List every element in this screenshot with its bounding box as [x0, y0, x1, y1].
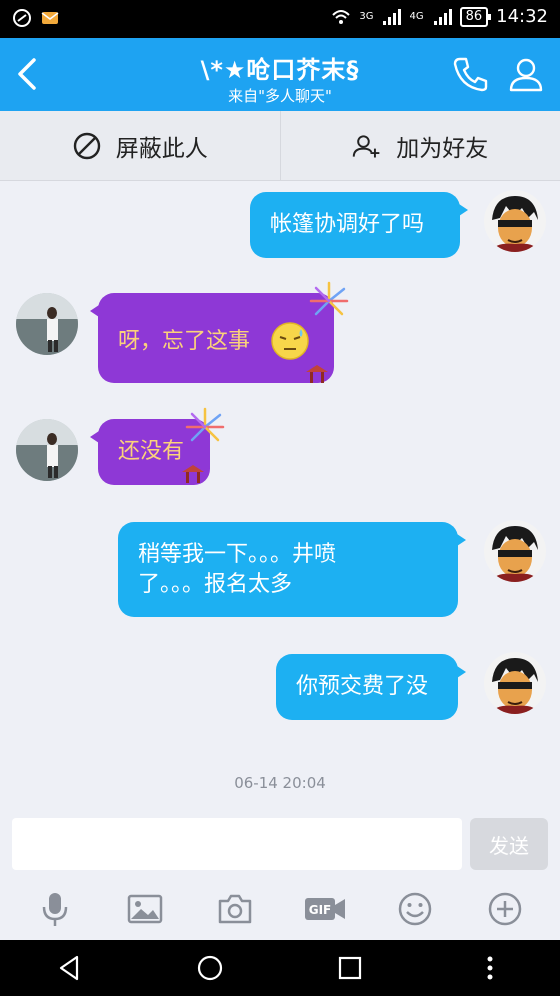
block-user-label: 屏蔽此人	[115, 135, 208, 162]
clock: 14:32	[496, 6, 548, 27]
camera-button[interactable]	[213, 887, 257, 931]
signal-icon	[383, 8, 402, 25]
message-text: 呀，忘了这事	[118, 329, 251, 354]
mail-icon	[41, 12, 59, 24]
pavilion-decoration-icon	[306, 365, 328, 383]
input-toolbar: GIF	[0, 878, 560, 940]
phone-call-icon[interactable]	[450, 54, 490, 94]
smiley-icon	[398, 892, 432, 926]
message-input[interactable]	[12, 818, 462, 870]
add-friend-button[interactable]: 加为好友	[279, 111, 560, 180]
qq-notification-icon	[13, 9, 31, 27]
message-text: 你预交费了没	[296, 674, 429, 699]
network-4g-label: 4G	[409, 11, 424, 22]
battery-indicator: 86	[459, 6, 491, 27]
emoji-button[interactable]	[393, 887, 437, 931]
cartoon-avatar-icon	[484, 652, 546, 714]
my-avatar[interactable]	[484, 520, 546, 582]
more-options-button[interactable]	[483, 887, 527, 931]
gif-icon: GIF	[305, 898, 345, 920]
vertical-dots-icon	[487, 956, 493, 980]
chat-message-bubble[interactable]: 帐篷协调好了吗	[250, 192, 468, 258]
voice-input-button[interactable]	[33, 887, 77, 931]
sweat-face-icon	[271, 322, 309, 360]
message-text-line-1: 稍等我一下。。。井喷	[138, 541, 337, 567]
contact-avatar[interactable]	[16, 419, 78, 481]
add-friend-label: 加为好友	[396, 135, 489, 162]
send-button[interactable]: 发送	[470, 818, 548, 870]
chat-message-bubble[interactable]: 稍等我一下。。。井喷 了。。。报名太多	[118, 522, 466, 617]
stranger-action-bar: 屏蔽此人 加为好友	[0, 111, 560, 181]
chat-message-bubble[interactable]: 呀，忘了这事	[90, 293, 334, 383]
firework-decoration-icon	[185, 407, 225, 442]
gif-button[interactable]: GIF	[303, 887, 347, 931]
microphone-icon	[42, 893, 68, 926]
svg-text:GIF: GIF	[309, 903, 332, 917]
system-navigation-bar	[0, 940, 560, 996]
message-input-bar: 发送	[0, 808, 560, 878]
network-3g-label: 3G	[359, 11, 374, 22]
cartoon-avatar-icon	[484, 520, 546, 582]
chat-message-bubble[interactable]: 你预交费了没	[276, 654, 466, 720]
photo-avatar-icon	[16, 419, 78, 481]
nav-menu-button[interactable]	[472, 950, 508, 986]
nav-back-button[interactable]	[52, 950, 88, 986]
wifi-icon	[332, 9, 351, 24]
square-recents-icon	[338, 956, 362, 980]
plus-circle-icon	[488, 892, 522, 926]
pavilion-decoration-icon	[182, 465, 204, 483]
contact-avatar[interactable]	[16, 293, 78, 355]
image-picker-button[interactable]	[123, 887, 167, 931]
photo-avatar-icon	[16, 293, 78, 355]
block-icon	[73, 132, 100, 159]
message-text: 帐篷协调好了吗	[270, 212, 425, 237]
triangle-back-icon	[59, 955, 79, 981]
my-avatar[interactable]	[484, 652, 546, 714]
message-text-line-2: 了。。。报名太多	[138, 571, 293, 597]
image-icon	[127, 894, 163, 924]
signal-icon-2	[433, 8, 452, 25]
status-bar: 3G 4G 86 14:32	[0, 0, 560, 38]
profile-icon[interactable]	[506, 54, 546, 94]
my-avatar[interactable]	[484, 190, 546, 252]
cartoon-avatar-icon	[484, 190, 546, 252]
firework-decoration-icon	[309, 281, 349, 316]
add-friend-icon	[353, 134, 380, 157]
circle-home-icon	[197, 955, 223, 981]
message-timestamp: 06-14 20:04	[234, 774, 326, 792]
block-user-button[interactable]: 屏蔽此人	[0, 111, 280, 180]
camera-icon	[218, 894, 252, 924]
message-text: 还没有	[118, 439, 185, 464]
nav-home-button[interactable]	[192, 950, 228, 986]
chat-header: \*★呛口芥末§ 来自"多人聊天"	[0, 38, 560, 111]
nav-recents-button[interactable]	[332, 950, 368, 986]
